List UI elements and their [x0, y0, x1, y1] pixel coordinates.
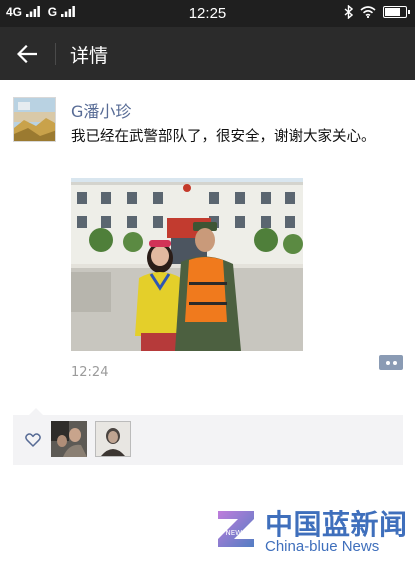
post-time: 12:24 [71, 365, 109, 380]
title-bar: 详情 [0, 27, 415, 80]
title-divider [55, 43, 56, 65]
logo-text: NEWS [225, 529, 247, 537]
wifi-icon [360, 6, 376, 18]
dot-icon [392, 360, 397, 365]
heart-outline-icon [25, 433, 41, 447]
status-bar: 4G G 12:25 [0, 0, 415, 27]
comment-more-button[interactable] [379, 355, 403, 370]
liker-avatar[interactable] [51, 421, 87, 457]
author-avatar[interactable] [13, 97, 56, 142]
photo-image [71, 178, 303, 351]
bluetooth-icon [344, 5, 353, 19]
watermark-cn: 中国蓝新闻 [265, 508, 408, 541]
page-title: 详情 [70, 45, 109, 67]
post-photo[interactable] [71, 178, 303, 351]
status-icons [344, 5, 410, 19]
author-name[interactable]: G潘小珍 [71, 98, 131, 122]
back-button[interactable] [10, 37, 44, 71]
arrow-left-icon [17, 45, 37, 63]
news-watermark: NEWS 中国蓝新闻 China-blue News [212, 505, 412, 560]
liker-avatar[interactable] [95, 421, 131, 457]
china-blue-logo-icon: NEWS [218, 511, 254, 547]
avatar-image [14, 98, 55, 141]
dot-icon [385, 360, 390, 365]
watermark-en: China-blue News [265, 538, 380, 555]
post-text: 我已经在武警部队了，很安全，谢谢大家关心。 [71, 129, 376, 145]
like-panel [13, 408, 403, 465]
battery-icon [383, 6, 410, 18]
